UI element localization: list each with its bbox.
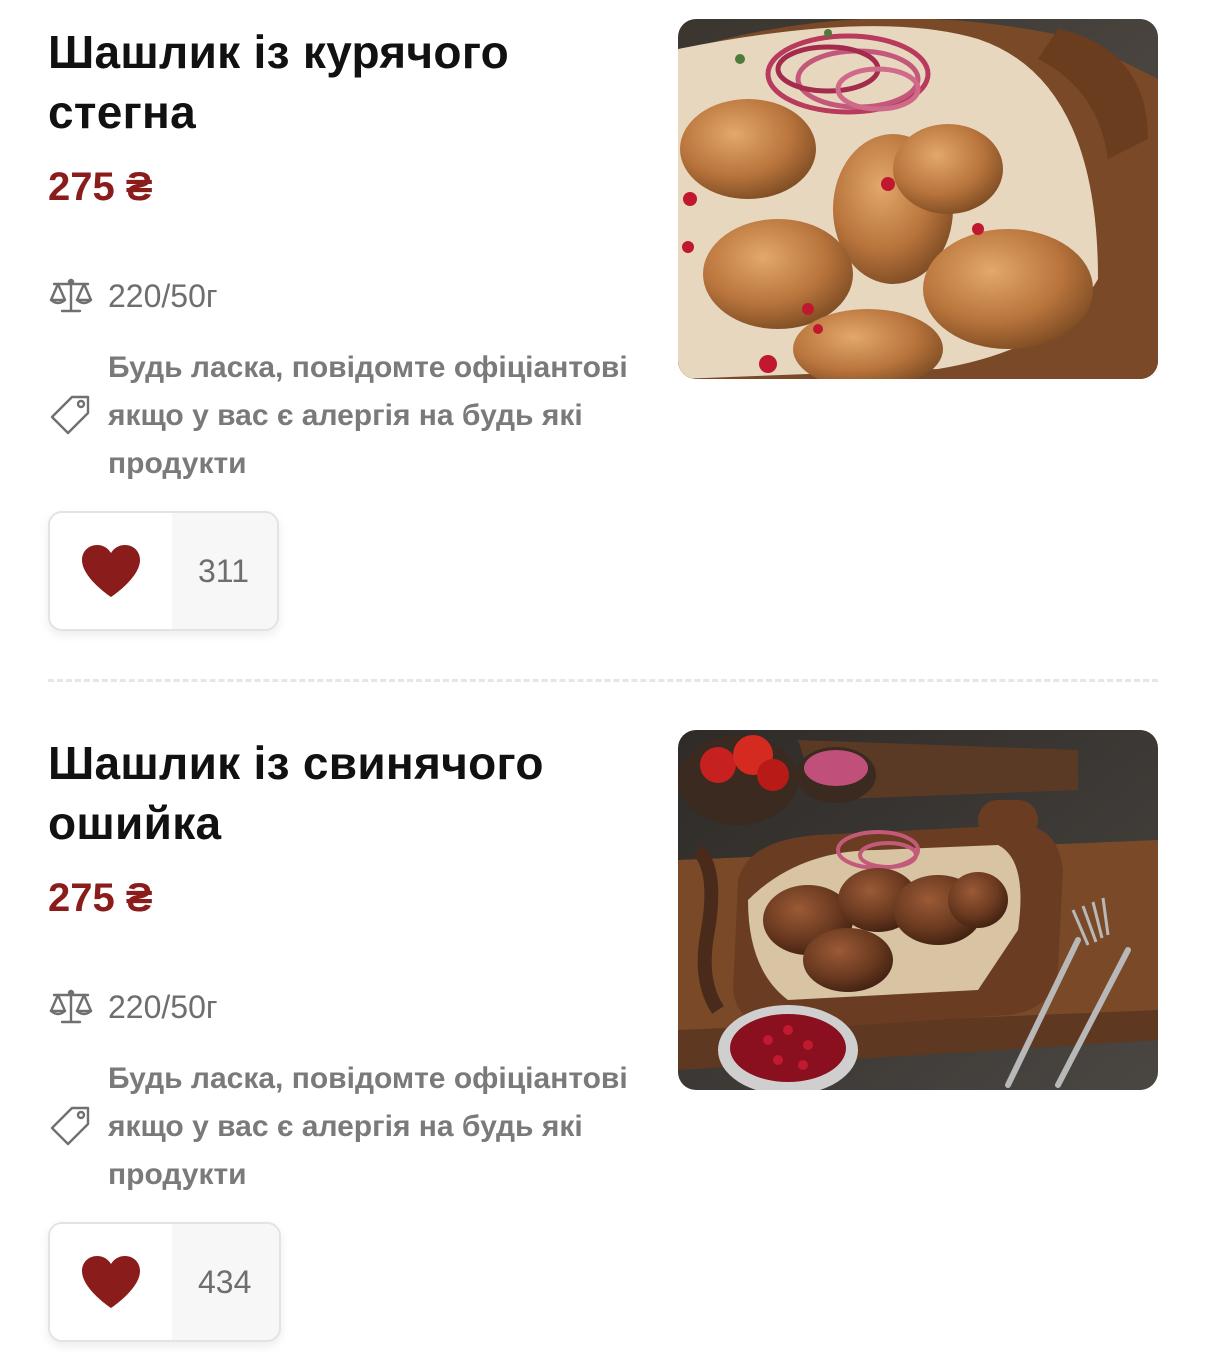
allergy-note: Будь ласка, повідомте офіціантові якщо у… (108, 351, 628, 480)
menu-item-chicken-thigh[interactable]: Шашлик із курячого стегна 275 ₴ 220/50г … (0, 0, 1206, 660)
item-weight: 220/50г (108, 278, 218, 314)
allergy-row: Будь ласка, повідомте офіціантові якщо у… (48, 344, 648, 494)
like-count: 434 (172, 1224, 280, 1340)
like-count: 311 (172, 513, 278, 629)
item-weight: 220/50г (108, 989, 218, 1025)
item-price: 275 ₴ (48, 165, 153, 209)
allergy-row: Будь ласка, повідомте офіціантові якщо у… (48, 1055, 648, 1205)
weight-row: 220/50г (48, 274, 218, 318)
heart-cell[interactable] (50, 513, 172, 629)
menu-item-pork-neck[interactable]: Шашлик із свинячого ошийка 275 ₴ 220/50г (0, 711, 1206, 1365)
scales-icon (48, 987, 94, 1027)
tag-icon (48, 1103, 94, 1149)
weight-row: 220/50г (48, 985, 218, 1029)
item-title: Шашлик із курячого стегна (48, 26, 510, 138)
allergy-note: Будь ласка, повідомте офіціантові якщо у… (108, 1062, 628, 1191)
item-price: 275 ₴ (48, 876, 153, 920)
tag-icon (48, 392, 94, 438)
item-title: Шашлик із свинячого ошийка (48, 737, 544, 849)
dish-photo[interactable] (678, 19, 1158, 379)
heart-icon (82, 1256, 140, 1308)
like-button[interactable]: 434 (48, 1222, 282, 1342)
heart-cell[interactable] (50, 1224, 172, 1340)
dish-photo[interactable] (678, 730, 1158, 1090)
items-divider (48, 679, 1158, 682)
like-button[interactable]: 311 (48, 511, 280, 631)
scales-icon (48, 276, 94, 316)
heart-icon (82, 545, 140, 597)
